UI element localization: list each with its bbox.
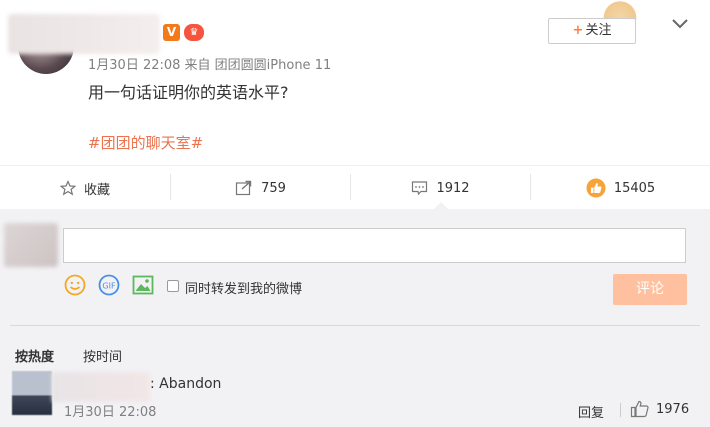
star-icon xyxy=(59,180,76,196)
sort-divider xyxy=(10,325,700,326)
follow-label: 关注 xyxy=(585,23,612,38)
comment-section: GIF 同时转发到我的微博 评论 按热度 按时间 : Abandon 1月30日… xyxy=(0,209,710,427)
author-name-blurred[interactable] xyxy=(8,14,160,54)
favorite-label: 收藏 xyxy=(83,182,110,198)
post-text: 用一句话证明你的英语水平? xyxy=(88,83,289,102)
post-card: V ♛ 1月30日 22:08 来自 团团圆圆iPhone 11 用一句话证明你… xyxy=(0,0,710,165)
hashtag-link[interactable]: #团团的聊天室# xyxy=(88,132,203,153)
comment-pointer xyxy=(434,202,448,209)
current-user-avatar xyxy=(4,223,58,267)
comment-input[interactable] xyxy=(63,228,686,263)
thumbs-up-outline-icon[interactable] xyxy=(630,400,650,422)
repost-label: 同时转发到我的微博 xyxy=(185,282,303,297)
gif-icon[interactable]: GIF xyxy=(97,273,121,297)
like-button[interactable]: 15405 xyxy=(531,166,710,210)
sort-by-hot-tab[interactable]: 按热度 xyxy=(15,346,54,365)
submit-comment-button[interactable]: 评论 xyxy=(613,274,687,305)
member-crown-icon: ♛ xyxy=(184,24,204,41)
sort-by-time-tab[interactable]: 按时间 xyxy=(83,346,122,365)
post-meta: 1月30日 22:08 来自 团团圆圆iPhone 11 xyxy=(88,58,332,73)
share-arrow-icon xyxy=(235,180,253,196)
emoji-icon[interactable] xyxy=(63,273,87,297)
follow-button[interactable]: + 关注 xyxy=(548,18,636,44)
comment-action-divider xyxy=(620,403,621,417)
comment-bubble-icon xyxy=(411,180,428,196)
verified-badge: V xyxy=(163,24,180,41)
repost-checkbox[interactable] xyxy=(167,280,179,292)
comment-text: : Abandon xyxy=(150,376,222,392)
chevron-down-icon[interactable] xyxy=(670,14,690,34)
commenter-avatar[interactable] xyxy=(12,371,52,415)
comment-count: 1912 xyxy=(436,180,470,196)
svg-text:GIF: GIF xyxy=(102,282,116,291)
image-icon[interactable] xyxy=(131,273,155,297)
repost-count: 759 xyxy=(261,180,286,196)
plus-icon: + xyxy=(572,23,584,38)
commenter-name-blurred[interactable] xyxy=(52,372,150,402)
comment-time: 1月30日 22:08 xyxy=(64,405,157,420)
favorite-button[interactable]: 收藏 xyxy=(0,166,170,210)
comment-like-count: 1976 xyxy=(656,402,690,417)
like-count: 15405 xyxy=(613,180,656,196)
action-bar: 收藏 759 1912 15405 xyxy=(0,165,710,209)
reply-button[interactable]: 回复 xyxy=(578,402,604,421)
thumbs-up-icon xyxy=(586,178,606,198)
repost-button[interactable]: 759 xyxy=(171,166,350,210)
